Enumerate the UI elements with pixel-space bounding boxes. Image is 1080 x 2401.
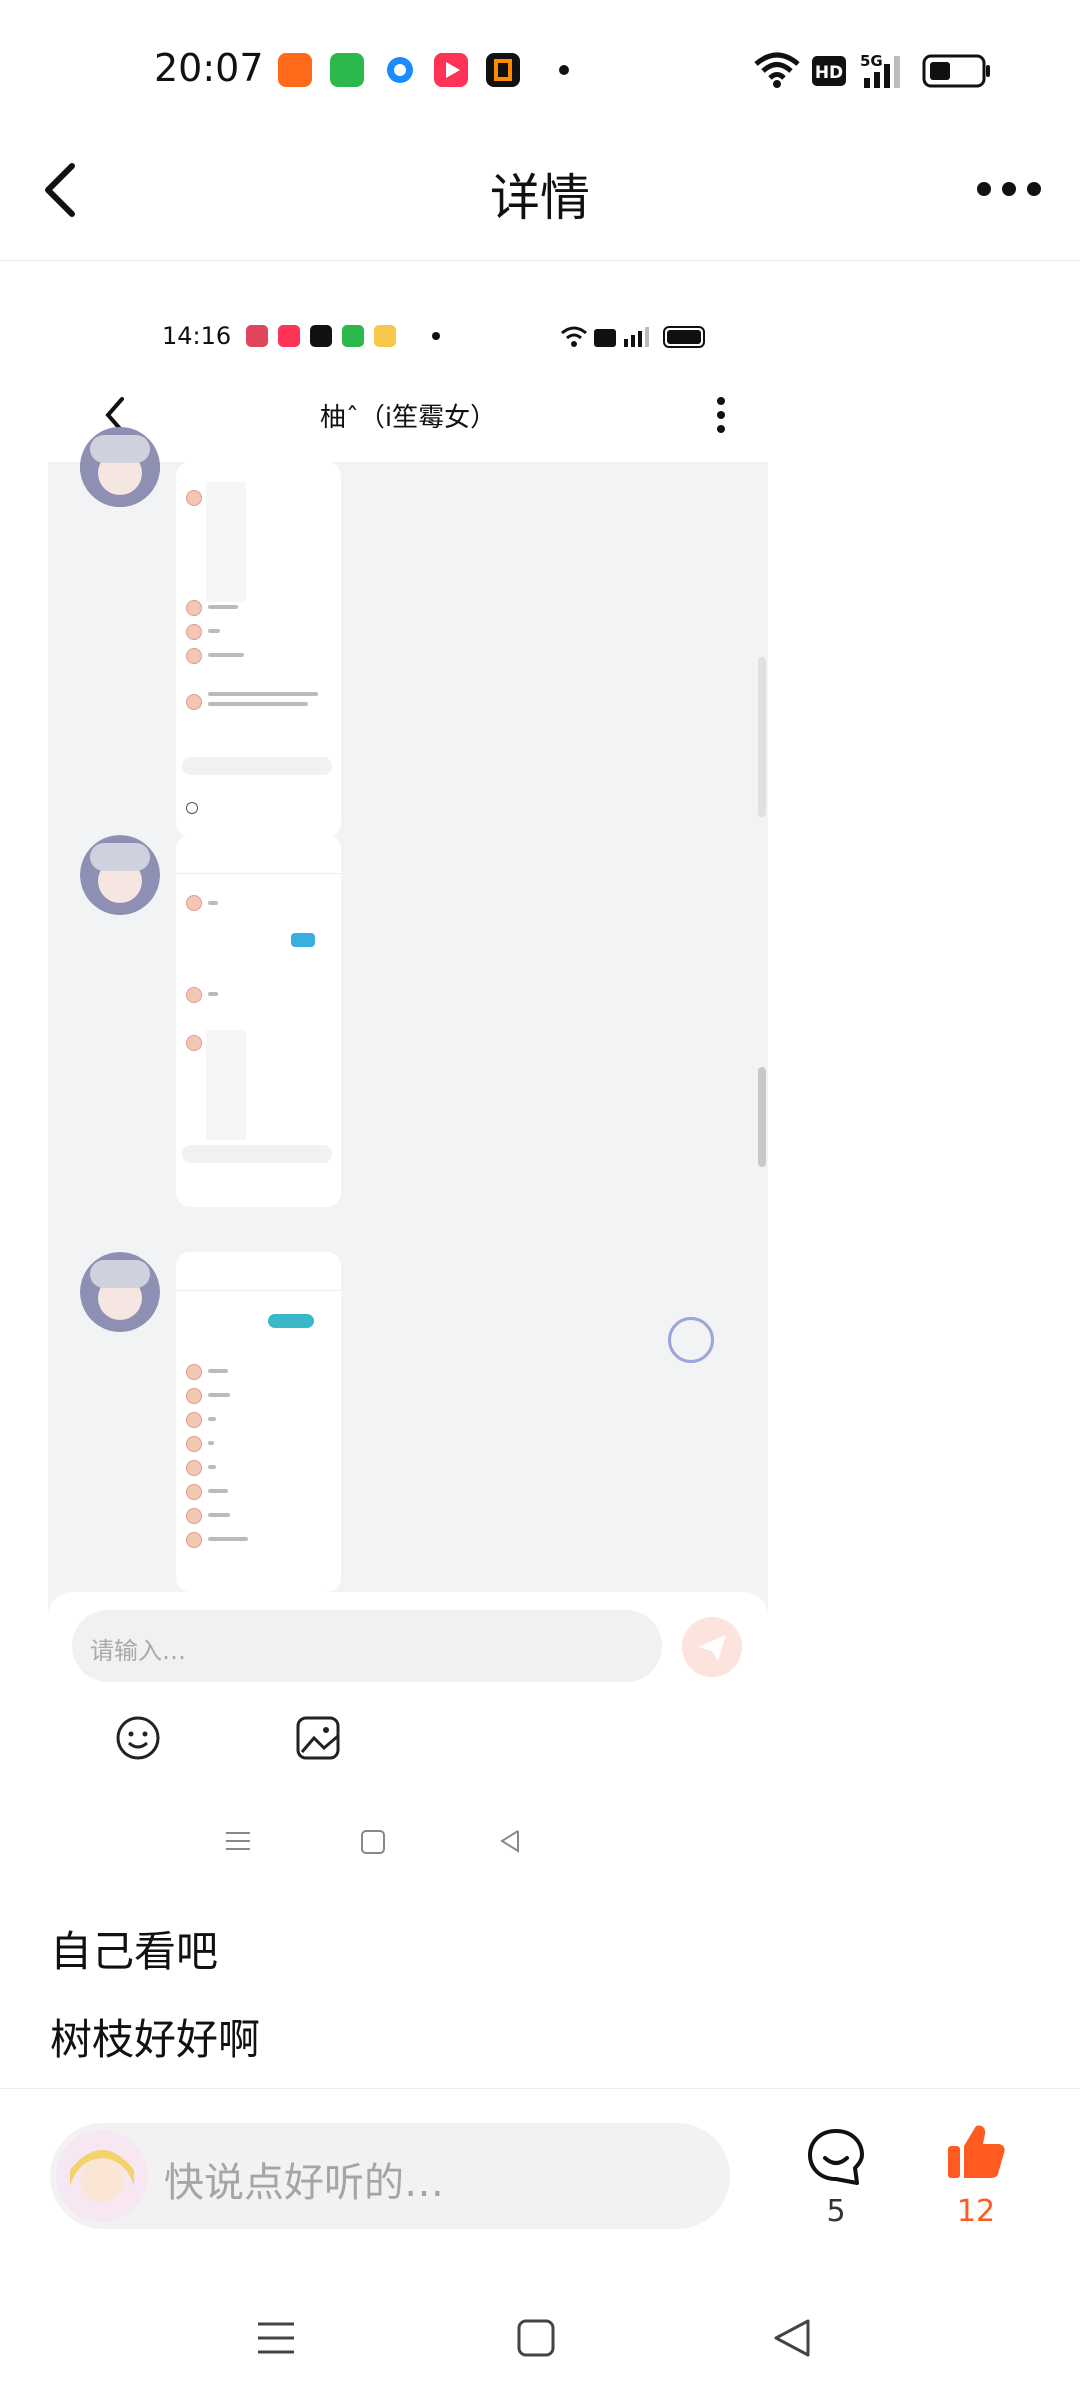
post-text-line: 树枝好好啊: [50, 2015, 261, 2064]
video-icon: [278, 325, 300, 347]
image-nav-bar: [226, 1830, 519, 1854]
image-status-time: 14:16: [162, 322, 232, 350]
comment-icon[interactable]: [805, 2126, 867, 2188]
image-picker-icon: [296, 1716, 340, 1760]
svg-text:HD: HD: [815, 63, 843, 83]
app-icon: [246, 325, 268, 347]
kuaishou-icon: [278, 53, 312, 87]
back-nav-button[interactable]: [772, 2318, 812, 2358]
svg-text:5G: 5G: [860, 52, 883, 70]
image-message: [176, 1252, 341, 1592]
like-icon[interactable]: [946, 2122, 1006, 2182]
image-input-placeholder: 请输入…: [90, 1637, 186, 1665]
system-nav-bar: [0, 2280, 1080, 2400]
scrollbar: [758, 657, 766, 817]
shop-icon: [330, 53, 364, 87]
image-status-icons: [561, 326, 705, 348]
reader-icon: [310, 325, 332, 347]
touch-indicator-icon: [668, 1317, 714, 1363]
chat-title: 柚ˆ（i笙霉女）: [319, 403, 497, 433]
avatar: [80, 835, 160, 915]
image-message: [176, 835, 341, 1207]
emoji-icon: [116, 1716, 160, 1760]
more-options-button[interactable]: [974, 176, 1044, 202]
comment-placeholder: 快说点好听的…: [164, 2160, 444, 2206]
status-time: 20:07: [154, 46, 264, 90]
image-send-icon: [682, 1617, 742, 1677]
post-text-line: 自己看吧: [50, 1927, 219, 1976]
notification-dot-icon: [559, 65, 569, 75]
image-message: [176, 462, 341, 837]
notification-dot-icon: [432, 332, 440, 340]
post-image[interactable]: 14:16 柚ˆ（i笙霉女） 请输入…: [48, 287, 768, 1887]
video-icon: [434, 53, 468, 87]
heart-app-icon: [374, 325, 396, 347]
scrollbar: [758, 1067, 766, 1167]
signal-5g-icon: 5G: [860, 52, 900, 88]
like-count: 12: [956, 2194, 996, 2229]
reader-icon: [486, 53, 520, 87]
comment-count: 5: [826, 2194, 846, 2229]
shop-icon: [342, 325, 364, 347]
menu-nav-button[interactable]: [256, 2318, 296, 2358]
chat-more-icon: [717, 397, 725, 433]
image-status-area: [48, 287, 768, 462]
home-nav-button[interactable]: [516, 2318, 556, 2358]
wifi-icon: [754, 52, 800, 88]
browser-icon: [383, 53, 417, 87]
battery-icon: [922, 54, 990, 88]
user-avatar: [56, 2130, 148, 2222]
avatar: [80, 1252, 160, 1332]
status-bar: 20:07 HD 5G: [0, 0, 1080, 120]
avatar: [80, 427, 160, 507]
page-title: 详情: [490, 169, 590, 227]
hd-icon: HD: [812, 56, 846, 86]
